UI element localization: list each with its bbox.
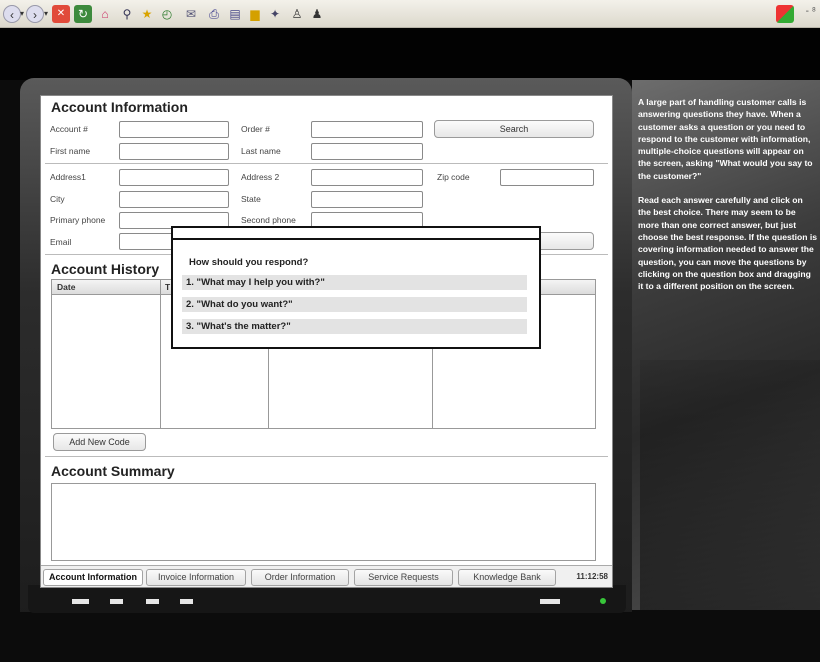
first-name-field[interactable]	[119, 143, 229, 160]
windows-logo-icon	[776, 5, 794, 23]
divider	[45, 456, 608, 457]
refresh-icon[interactable]: ↻	[74, 5, 92, 23]
address2-label: Address 2	[241, 172, 280, 182]
answer-option-3[interactable]: 3. "What's the matter?"	[182, 319, 527, 334]
account-history-title: Account History	[51, 261, 160, 277]
dialog-question: How should you respond?	[189, 257, 309, 268]
answer-option-2[interactable]: 2. "What do you want?"	[182, 297, 527, 312]
stop-icon[interactable]: ✕	[52, 5, 70, 23]
search-button[interactable]: Search	[434, 120, 594, 138]
home-icon[interactable]: ⌂	[96, 5, 114, 23]
answer-option-1[interactable]: 1. "What may I help you with?"	[182, 275, 527, 290]
history-icon[interactable]: ◴	[158, 5, 176, 23]
dialog-drag-bar[interactable]	[173, 228, 539, 240]
edit-icon[interactable]: ▤	[226, 5, 244, 23]
column-divider	[160, 280, 161, 428]
monitor-button	[110, 599, 123, 604]
backdrop-bottom	[0, 612, 820, 662]
zip-code-field[interactable]	[500, 169, 594, 186]
clock: 11:12:58	[576, 572, 608, 581]
divider	[45, 163, 608, 164]
city-label: City	[50, 194, 65, 204]
backdrop-top	[0, 28, 820, 80]
zip-code-label: Zip code	[437, 172, 470, 182]
monitor-button	[72, 599, 89, 604]
account-number-label: Account #	[50, 124, 88, 134]
state-field[interactable]	[311, 191, 423, 208]
tab-invoice-information[interactable]: Invoice Information	[146, 569, 246, 586]
address2-field[interactable]	[311, 169, 423, 186]
primary-phone-label: Primary phone	[50, 215, 106, 225]
mail-icon[interactable]: ✉	[182, 5, 200, 23]
monitor-button	[146, 599, 159, 604]
last-name-field[interactable]	[311, 143, 423, 160]
instructions-panel: A large part of handling customer calls …	[638, 96, 818, 304]
power-led	[600, 598, 606, 604]
state-label: State	[241, 194, 261, 204]
city-field[interactable]	[119, 191, 229, 208]
email-label: Email	[50, 237, 72, 247]
account-summary-title: Account Summary	[51, 463, 175, 479]
tab-account-information[interactable]: Account Information	[43, 569, 143, 586]
user-icon[interactable]: ♙	[288, 5, 306, 23]
date-column-header[interactable]: Date	[57, 282, 75, 292]
add-new-code-button[interactable]: Add New Code	[53, 433, 146, 451]
second-phone-label: Second phone	[241, 215, 296, 225]
app-root: ‹ ▾ › ▾ ✕ ↻ ⌂ ⚲ ★ ◴ ✉ ⎙ ▤ ▆ ✦ ♙ ♟ - ⁸ A …	[0, 0, 820, 662]
favorites-icon[interactable]: ★	[138, 5, 156, 23]
instruction-paragraph-2: Read each answer carefully and click on …	[638, 195, 818, 292]
bottom-tab-bar: Account Information Invoice Information …	[41, 565, 612, 587]
last-name-label: Last name	[241, 146, 281, 156]
messenger-icon[interactable]: ✦	[266, 5, 284, 23]
type-column-header[interactable]: T	[165, 282, 170, 292]
tab-knowledge-bank[interactable]: Knowledge Bank	[458, 569, 556, 586]
account-number-field[interactable]	[119, 121, 229, 138]
search-icon[interactable]: ⚲	[118, 5, 136, 23]
folder-icon[interactable]: ▆	[246, 5, 264, 23]
order-number-field[interactable]	[311, 121, 423, 138]
account-information-title: Account Information	[51, 99, 188, 115]
order-number-label: Order #	[241, 124, 270, 134]
print-icon[interactable]: ⎙	[205, 5, 223, 23]
account-summary-textarea[interactable]	[51, 483, 596, 561]
users-icon[interactable]: ♟	[308, 5, 326, 23]
monitor-button	[180, 599, 193, 604]
monitor-button	[540, 599, 560, 604]
tab-service-requests[interactable]: Service Requests	[354, 569, 453, 586]
tab-order-information[interactable]: Order Information	[251, 569, 349, 586]
browser-toolbar: ‹ ▾ › ▾ ✕ ↻ ⌂ ⚲ ★ ◴ ✉ ⎙ ▤ ▆ ✦ ♙ ♟ - ⁸	[0, 0, 820, 28]
window-controls[interactable]: - ⁸	[806, 6, 816, 17]
first-name-label: First name	[50, 146, 91, 156]
address1-field[interactable]	[119, 169, 229, 186]
instruction-paragraph-1: A large part of handling customer calls …	[638, 97, 813, 181]
question-dialog[interactable]: How should you respond? 1. "What may I h…	[171, 226, 541, 349]
scene-shadow	[640, 360, 820, 610]
address1-label: Address1	[50, 172, 86, 182]
